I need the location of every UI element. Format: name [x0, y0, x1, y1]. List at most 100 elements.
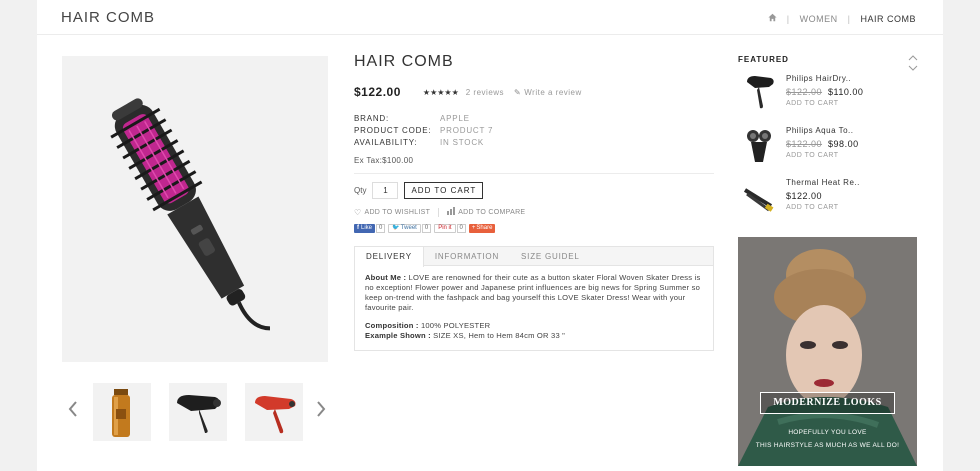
quantity-row: Qty ADD TO CART	[354, 182, 714, 199]
spec-row: PRODUCT CODE: PRODUCT 7	[354, 125, 714, 137]
hair-straightener-icon[interactable]	[741, 176, 777, 218]
old-price: $122.00	[786, 87, 823, 97]
hair-dryer-icon[interactable]	[741, 72, 777, 114]
breadcrumb-women[interactable]: WOMEN	[800, 14, 838, 24]
product-info: HAIR COMB $122.00 ★★★★★ 2 reviews ✎ Writ…	[354, 53, 714, 351]
thumbnail-carousel	[62, 383, 332, 441]
tab-size-guide[interactable]: SIZE GUIDEL	[510, 247, 591, 265]
tab-bar: DELIVERY INFORMATION SIZE GUIDEL	[355, 247, 713, 267]
share-label: Share	[476, 225, 493, 231]
chevron-up-down-icon	[908, 55, 918, 71]
new-price: $122.00	[786, 191, 823, 201]
share-button[interactable]: + Share	[468, 224, 496, 233]
spec-row: BRAND: APPLE	[354, 113, 714, 125]
new-price: $110.00	[828, 87, 864, 97]
tab-delivery[interactable]: DELIVERY	[355, 247, 424, 267]
thumbnail-black-dryer[interactable]	[169, 383, 227, 441]
old-price: $122.00	[786, 139, 823, 149]
page-header: HAIR COMB | WOMEN | HAIR COMB	[37, 0, 943, 35]
pin-count: 0	[456, 224, 466, 233]
reviews-link[interactable]: 2 reviews	[466, 88, 504, 97]
page-title: HAIR COMB	[61, 9, 156, 26]
breadcrumb-separator: |	[847, 13, 851, 24]
product-price: $122.00	[354, 85, 401, 99]
product-main-image[interactable]	[62, 56, 328, 362]
pin-label: Pin it	[438, 225, 452, 231]
twitter-icon: 🐦	[392, 225, 400, 231]
thumbnail-red-dryer[interactable]	[245, 383, 303, 441]
share-plus-icon: +	[471, 225, 476, 231]
about-label: About Me :	[365, 273, 407, 282]
pencil-icon: ✎	[514, 87, 522, 97]
spec-label: BRAND:	[354, 114, 390, 123]
heart-icon[interactable]: ♡	[354, 208, 361, 217]
example-line: Example Shown : SIZE XS, Hem to Hem 84cm…	[365, 331, 703, 341]
composition-line: Composition : 100% POLYESTER	[365, 321, 703, 331]
write-review-label: Write a review	[524, 87, 582, 97]
spec-label: PRODUCT CODE:	[354, 126, 432, 135]
featured-item[interactable]: Philips HairDry.. $122.00 $110.00 ADD TO …	[738, 72, 918, 116]
wishlist-compare-row: ♡ ADD TO WISHLIST ADD TO COMPARE	[354, 207, 714, 217]
promo-banner[interactable]: MODERNIZE LOOKS HOPEFULLY YOU LOVE THIS …	[738, 237, 917, 466]
tweet-label: Tweet	[400, 225, 417, 231]
about-paragraph: About Me : LOVE are renowned for their c…	[365, 273, 703, 313]
breadcrumb-current[interactable]: HAIR COMB	[860, 14, 916, 24]
product-page: HAIR COMB | WOMEN | HAIR COMB HAIR COMB …	[37, 0, 943, 471]
featured-item-prices: $122.00 $98.00	[786, 139, 859, 149]
breadcrumb: | WOMEN | HAIR COMB	[768, 13, 916, 24]
example-value: SIZE XS, Hem to Hem 84cm OR 33 "	[430, 331, 566, 340]
pinterest-button[interactable]: Pin it	[434, 224, 456, 233]
product-name: HAIR COMB	[354, 53, 454, 70]
bar-chart-icon[interactable]	[447, 207, 456, 217]
tweet-button[interactable]: 🐦 Tweet	[388, 224, 421, 233]
tweet-count: 0	[421, 224, 432, 233]
rating-stars: ★★★★★	[422, 87, 459, 97]
spec-value: IN STOCK	[440, 138, 485, 147]
about-text: LOVE are renowned for their cute as a bu…	[365, 273, 701, 312]
product-tabs: DELIVERY INFORMATION SIZE GUIDEL About M…	[354, 246, 714, 351]
add-to-wishlist-link[interactable]: ADD TO WISHLIST	[364, 209, 430, 216]
spec-label: AVAILABILITY:	[354, 138, 418, 147]
example-label: Example Shown :	[365, 331, 431, 340]
shaver-icon[interactable]	[741, 124, 777, 166]
facebook-like-label: Like	[361, 225, 373, 231]
quantity-input[interactable]	[372, 182, 399, 199]
add-to-cart-button[interactable]: ADD TO CART	[404, 182, 484, 199]
spec-value: PRODUCT 7	[440, 126, 494, 135]
featured-item-name[interactable]: Philips Aqua To..	[786, 126, 854, 135]
new-price: $98.00	[828, 139, 859, 149]
composition-value: 100% POLYESTER	[418, 321, 491, 330]
qty-label: Qty	[354, 186, 367, 195]
featured-add-to-cart[interactable]: ADD TO CART	[786, 152, 839, 159]
breadcrumb-separator: |	[786, 13, 790, 24]
tab-content: About Me : LOVE are renowned for their c…	[355, 266, 713, 350]
featured-item-name[interactable]: Thermal Heat Re..	[786, 178, 860, 187]
like-count: 0	[376, 224, 386, 233]
spec-row: AVAILABILITY: IN STOCK	[354, 137, 714, 149]
featured-item-name[interactable]: Philips HairDry..	[786, 74, 851, 83]
facebook-icon: f	[357, 225, 359, 231]
banner-subtitle-line1: HOPEFULLY YOU LOVE	[788, 429, 867, 436]
product-specs: BRAND: APPLE PRODUCT CODE: PRODUCT 7 AVA…	[354, 113, 714, 149]
divider	[438, 207, 440, 217]
featured-add-to-cart[interactable]: ADD TO CART	[786, 100, 839, 107]
thumbnail-bottle[interactable]	[93, 383, 151, 441]
featured-add-to-cart[interactable]: ADD TO CART	[786, 204, 839, 211]
featured-item[interactable]: Thermal Heat Re.. $122.00 ADD TO CART	[738, 176, 918, 220]
facebook-like-button[interactable]: f Like	[354, 224, 376, 233]
tab-information[interactable]: INFORMATION	[424, 247, 510, 265]
write-review-link[interactable]: ✎ Write a review	[514, 88, 582, 97]
chevron-left-icon[interactable]	[66, 399, 80, 419]
price-row: $122.00 ★★★★★ 2 reviews ✎ Write a review	[354, 85, 714, 99]
home-icon[interactable]	[768, 13, 777, 24]
add-to-compare-link[interactable]: ADD TO COMPARE	[458, 209, 525, 216]
spec-value[interactable]: APPLE	[440, 113, 470, 125]
featured-item-prices: $122.00	[786, 191, 822, 201]
modernize-looks-button[interactable]: MODERNIZE LOOKS	[760, 392, 895, 414]
share-buttons: f Like 0 🐦 Tweet 0 Pin it 0 + Share	[354, 224, 714, 233]
featured-item[interactable]: Philips Aqua To.. $122.00 $98.00 ADD TO C…	[738, 124, 918, 168]
banner-subtitle-line2: THIS HAIRSTYLE AS MUCH AS WE ALL DO!	[755, 442, 900, 449]
chevron-right-icon[interactable]	[314, 399, 328, 419]
featured-section: FEATURED Philips HairDry.. $122.00 $110.0…	[738, 55, 918, 218]
composition-label: Composition :	[365, 321, 419, 330]
